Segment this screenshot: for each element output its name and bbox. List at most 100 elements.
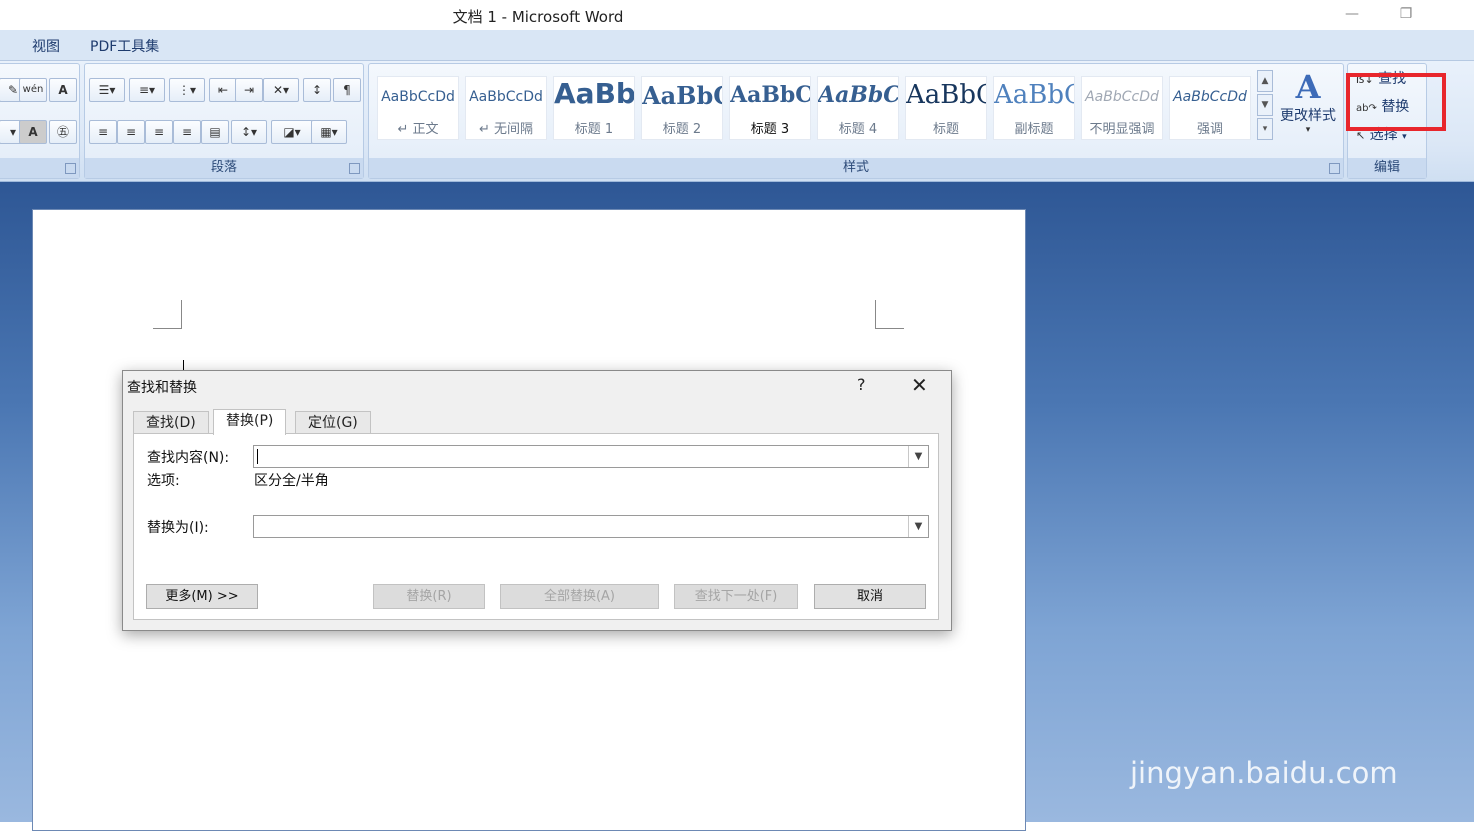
window-title: 文档 1 - Microsoft Word [452,8,624,26]
find-next-button[interactable]: 查找下一处(F) [674,584,798,609]
decrease-indent-icon[interactable]: ⇤ [209,78,237,102]
char-border-icon[interactable]: A [49,78,77,102]
gallery-down-icon[interactable]: ▼ [1257,94,1273,116]
paragraph-group: ☰▾ ≡▾ ⋮▾ ⇤ ⇥ ✕▾ ↕ ¶ ≡ ≡ ≡ ≡ ▤ ↕▾ ◪▾ ▦▾ 段… [84,63,364,179]
phonetic-guide-icon[interactable]: wén [19,78,47,102]
close-icon[interactable]: ✕ [911,373,928,397]
style-name: 标题 2 [662,122,702,137]
chevron-down-icon[interactable]: ▼ [908,516,928,537]
distributed-icon[interactable]: ▤ [201,120,229,144]
replace-button[interactable]: 替换(R) [373,584,485,609]
style-emphasis[interactable]: AaBbCcDd 强调 [1169,76,1251,140]
style-sample: AaBbC [906,80,986,110]
style-name: ↵ 无间隔 [478,122,534,137]
change-styles-icon: A [1295,68,1321,106]
style-name: 标题 1 [574,122,614,137]
help-icon[interactable]: ? [857,375,866,394]
baidu-watermark-url: jingyan.baidu.com [1130,756,1398,790]
style-subtle-emphasis[interactable]: AaBbCcDd 不明显强调 [1081,76,1163,140]
align-center-icon[interactable]: ≡ [117,120,145,144]
style-name: ↵ 正文 [397,122,439,137]
menu-pdf-tools[interactable]: PDF工具集 [90,36,159,56]
menu-bar: 视图 PDF工具集 [0,30,1474,61]
paragraph-dialog-launcher-icon[interactable] [349,163,360,174]
tab-goto[interactable]: 定位(G) [295,411,371,434]
style-name: 标题 3 [750,122,790,137]
line-spacing-icon[interactable]: ↕▾ [231,120,267,144]
bullets-icon[interactable]: ☰▾ [89,78,125,102]
editing-group-label: 编辑 [1348,158,1426,178]
replace-with-input[interactable]: ▼ [253,515,929,538]
styles-group-label: 样式 [369,158,1343,178]
menu-view[interactable]: 视图 [32,36,60,56]
align-right-icon[interactable]: ≡ [145,120,173,144]
change-styles-button[interactable]: A 更改样式 ▾ [1276,69,1340,153]
options-value: 区分全/半角 [254,473,329,489]
tab-find[interactable]: 查找(D) [133,411,209,434]
chevron-down-icon: ▾ [1402,132,1407,142]
crop-mark-top-left [153,300,182,329]
find-what-label: 查找内容(N): [147,450,230,466]
gallery-more-icon[interactable]: ▾ [1257,118,1273,140]
gallery-up-icon[interactable]: ▲ [1257,70,1273,92]
style-normal[interactable]: AaBbCcDd ↵ 正文 [377,76,459,140]
options-label: 选项: [147,473,180,489]
style-sample: AaBbC [994,80,1074,110]
style-sample: AaBbCcDd [469,89,543,105]
title-bar: 文档 1 - Microsoft Word — ❐ [0,0,1474,30]
tab-replace[interactable]: 替换(P) [213,409,287,435]
style-subtitle[interactable]: AaBbC 副标题 [993,76,1075,140]
borders-icon[interactable]: ▦▾ [311,120,347,144]
font-group-partial: ✎ wén A ▾ A ㊄ [0,63,80,179]
increase-indent-icon[interactable]: ⇥ [235,78,263,102]
font-dialog-launcher-icon[interactable] [65,163,76,174]
sort-icon[interactable]: ↕ [303,78,331,102]
replace-highlight-box [1346,73,1446,131]
styles-group: AaBbCcDd ↵ 正文 AaBbCcDd ↵ 无间隔 AaBb 标题 1 A… [368,63,1344,179]
shading-icon[interactable]: ◪▾ [271,120,313,144]
char-shading-icon[interactable]: A [19,120,47,144]
style-sample: AaBbC [730,82,810,108]
numbering-icon[interactable]: ≡▾ [129,78,165,102]
style-sample: AaBb [554,77,634,110]
crop-mark-top-right [875,300,904,329]
style-sample: AaBbCcDd [1173,89,1247,105]
replace-all-button[interactable]: 全部替换(A) [500,584,659,609]
align-left-icon[interactable]: ≡ [89,120,117,144]
input-caret [257,449,258,464]
ribbon: ✎ wén A ▾ A ㊄ ☰▾ ≡▾ ⋮▾ ⇤ ⇥ ✕▾ ↕ ¶ ≡ ≡ ≡ … [0,61,1474,182]
justify-icon[interactable]: ≡ [173,120,201,144]
paragraph-group-label: 段落 [85,158,363,178]
more-button[interactable]: 更多(M) >> [146,584,258,609]
find-replace-dialog: 查找和替换 ? ✕ 查找(D) 替换(P) 定位(G) 查找内容(N): ▼ 选… [122,370,952,631]
style-heading-2[interactable]: AaBbC 标题 2 [641,76,723,140]
style-heading-3[interactable]: AaBbC 标题 3 [729,76,811,140]
style-sample: AaBbC [818,82,898,108]
enclose-char-icon[interactable]: ㊄ [49,120,77,144]
style-name: 标题 4 [838,122,878,137]
dialog-title: 查找和替换 [127,380,197,396]
style-name: 标题 [932,122,959,137]
style-name: 不明显强调 [1089,122,1155,137]
style-sample: AaBbCcDd [381,89,455,105]
change-styles-label: 更改样式 [1280,108,1336,124]
styles-dialog-launcher-icon[interactable] [1329,163,1340,174]
find-what-input[interactable]: ▼ [253,445,929,468]
cancel-button[interactable]: 取消 [814,584,926,609]
style-sample: AaBbCcDd [1085,89,1159,105]
chevron-down-icon: ▾ [1305,125,1311,135]
style-sample: AaBbC [642,81,722,110]
chevron-down-icon[interactable]: ▼ [908,446,928,467]
style-name: 强调 [1196,122,1223,137]
style-no-spacing[interactable]: AaBbCcDd ↵ 无间隔 [465,76,547,140]
style-name: 副标题 [1014,122,1054,137]
style-title[interactable]: AaBbC 标题 [905,76,987,140]
chinese-layout-icon[interactable]: ✕▾ [263,78,299,102]
minimize-button[interactable]: — [1332,2,1372,26]
style-heading-4[interactable]: AaBbC 标题 4 [817,76,899,140]
multilevel-list-icon[interactable]: ⋮▾ [169,78,205,102]
show-marks-icon[interactable]: ¶ [333,78,361,102]
replace-with-label: 替换为(I): [147,520,209,536]
style-heading-1[interactable]: AaBb 标题 1 [553,76,635,140]
restore-button[interactable]: ❐ [1386,2,1426,26]
